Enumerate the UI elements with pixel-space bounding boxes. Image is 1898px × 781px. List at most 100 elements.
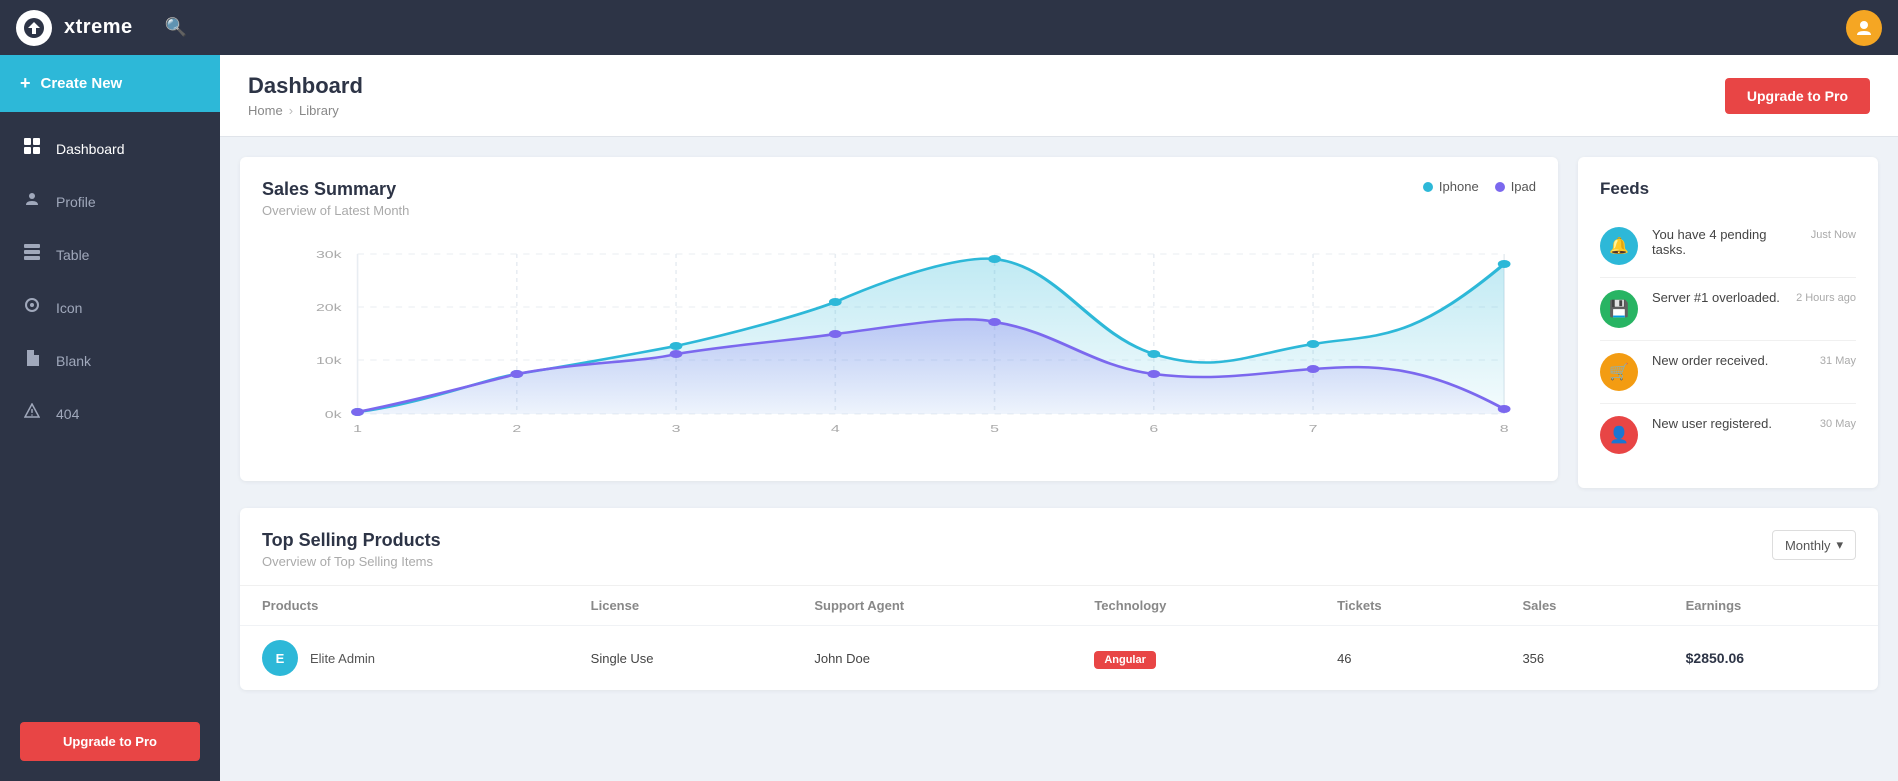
feeds-card: Feeds 🔔 You have 4 pending tasks. Just N…	[1578, 157, 1878, 488]
feed-icon-bell: 🔔	[1600, 227, 1638, 265]
content-area: Sales Summary Overview of Latest Month I…	[220, 137, 1898, 508]
ipad-dot-8	[1498, 405, 1511, 413]
col-tickets: Tickets	[1315, 586, 1500, 626]
sidebar-item-profile[interactable]: Profile	[0, 175, 220, 228]
create-new-button[interactable]: + Create New	[0, 55, 220, 112]
app-name: xtreme	[64, 16, 133, 39]
blank-icon	[22, 350, 42, 371]
chart-legend: Iphone Ipad	[1423, 179, 1536, 194]
feed-icon-user: 👤	[1600, 416, 1638, 454]
chart-container: 30k 20k 10k 0k 1 2 3 4 5 6 7 8	[262, 234, 1536, 459]
iphone-label: Iphone	[1439, 179, 1479, 194]
feed-item-0: 🔔 You have 4 pending tasks. Just Now	[1600, 215, 1856, 278]
iphone-dot-6	[1147, 350, 1160, 358]
technology-cell: Angular	[1072, 626, 1315, 691]
main-column: Sales Summary Overview of Latest Month I…	[240, 157, 1558, 488]
top-selling-titles: Top Selling Products Overview of Top Sel…	[262, 530, 441, 569]
feed-text-2: New order received.	[1652, 353, 1806, 368]
warning-icon	[22, 403, 42, 424]
ipad-dot-6	[1147, 370, 1160, 378]
chevron-down-icon: ▾	[1836, 537, 1843, 553]
tech-badge: Angular	[1094, 651, 1156, 669]
table-icon	[22, 244, 42, 265]
monthly-filter[interactable]: Monthly ▾	[1772, 530, 1856, 560]
sales-title: Sales Summary	[262, 179, 409, 200]
feed-text-0: You have 4 pending tasks.	[1652, 227, 1797, 257]
top-selling-title: Top Selling Products	[262, 530, 441, 551]
ipad-dot	[1495, 182, 1505, 192]
svg-text:2: 2	[512, 423, 521, 434]
user-avatar[interactable]	[1846, 10, 1882, 46]
sidebar-upgrade-section: Upgrade to Pro	[0, 702, 220, 781]
search-icon[interactable]: 🔍	[165, 17, 187, 38]
sidebar-upgrade-button[interactable]: Upgrade to Pro	[20, 722, 200, 761]
feed-item-1: 💾 Server #1 overloaded. 2 Hours ago	[1600, 278, 1856, 341]
breadcrumb-library: Library	[299, 103, 339, 118]
bottom-section: Top Selling Products Overview of Top Sel…	[220, 508, 1898, 710]
iphone-dot	[1423, 182, 1433, 192]
earnings-cell: $2850.06	[1664, 626, 1878, 691]
feed-icon-order: 🛒	[1600, 353, 1638, 391]
svg-text:7: 7	[1309, 423, 1318, 434]
feed-icon-server: 💾	[1600, 290, 1638, 328]
feed-message-2: New order received.	[1652, 353, 1806, 368]
main-content: Dashboard Home › Library Upgrade to Pro …	[220, 55, 1898, 781]
sidebar-item-blank[interactable]: Blank	[0, 334, 220, 387]
iphone-dot-7	[1307, 340, 1320, 348]
product-name: Elite Admin	[310, 651, 375, 666]
breadcrumb-separator: ›	[289, 103, 293, 118]
sales-header: Sales Summary Overview of Latest Month I…	[262, 179, 1536, 218]
feed-time-1: 2 Hours ago	[1796, 292, 1856, 304]
sidebar-item-table[interactable]: Table	[0, 228, 220, 281]
main-layout: + Create New Dashboard	[0, 55, 1898, 781]
feed-text-3: New user registered.	[1652, 416, 1806, 431]
sidebar-item-404[interactable]: 404	[0, 387, 220, 440]
svg-text:0k: 0k	[325, 409, 342, 420]
tickets-cell: 46	[1315, 626, 1500, 691]
icon-icon	[22, 297, 42, 318]
top-selling-card: Top Selling Products Overview of Top Sel…	[240, 508, 1878, 690]
col-earnings: Earnings	[1664, 586, 1878, 626]
feed-item-3: 👤 New user registered. 30 May	[1600, 404, 1856, 466]
page-header-left: Dashboard Home › Library	[248, 73, 363, 118]
ipad-dot-5	[988, 318, 1001, 326]
sidebar-item-icon[interactable]: Icon	[0, 281, 220, 334]
legend-ipad: Ipad	[1495, 179, 1536, 194]
agent-cell: John Doe	[792, 626, 1072, 691]
products-table: Products License Support Agent Technolog…	[240, 586, 1878, 690]
table-body: E Elite Admin Single Use John Doe Angula…	[240, 626, 1878, 691]
svg-text:3: 3	[672, 423, 681, 434]
feed-time-0: Just Now	[1811, 229, 1856, 241]
ipad-dot-1	[351, 408, 364, 416]
sidebar: + Create New Dashboard	[0, 55, 220, 781]
nav-left: xtreme 🔍	[16, 10, 187, 46]
svg-text:10k: 10k	[316, 355, 342, 366]
feed-item-2: 🛒 New order received. 31 May	[1600, 341, 1856, 404]
feed-message-0: You have 4 pending tasks.	[1652, 227, 1797, 257]
legend-iphone: Iphone	[1423, 179, 1479, 194]
feed-message-1: Server #1 overloaded.	[1652, 290, 1782, 305]
sales-titles: Sales Summary Overview of Latest Month	[262, 179, 409, 218]
breadcrumb-home[interactable]: Home	[248, 103, 283, 118]
svg-text:8: 8	[1500, 423, 1509, 434]
col-technology: Technology	[1072, 586, 1315, 626]
table-head: Products License Support Agent Technolog…	[240, 586, 1878, 626]
table-row: E Elite Admin Single Use John Doe Angula…	[240, 626, 1878, 691]
sales-cell: 356	[1500, 626, 1663, 691]
top-navigation: xtreme 🔍	[0, 0, 1898, 55]
svg-text:30k: 30k	[316, 249, 342, 260]
breadcrumb: Home › Library	[248, 103, 363, 118]
app-logo	[16, 10, 52, 46]
table-header-row: Products License Support Agent Technolog…	[240, 586, 1878, 626]
sales-chart: 30k 20k 10k 0k 1 2 3 4 5 6 7 8	[262, 234, 1536, 454]
feed-time-3: 30 May	[1820, 418, 1856, 430]
page-header: Dashboard Home › Library Upgrade to Pro	[220, 55, 1898, 137]
license-cell: Single Use	[569, 626, 793, 691]
product-avatar: E	[262, 640, 298, 676]
upgrade-pro-button[interactable]: Upgrade to Pro	[1725, 78, 1870, 114]
col-license: License	[569, 586, 793, 626]
sidebar-item-dashboard[interactable]: Dashboard	[0, 122, 220, 175]
plus-icon: +	[20, 73, 31, 94]
ipad-dot-2	[510, 370, 523, 378]
ipad-dot-3	[670, 350, 683, 358]
